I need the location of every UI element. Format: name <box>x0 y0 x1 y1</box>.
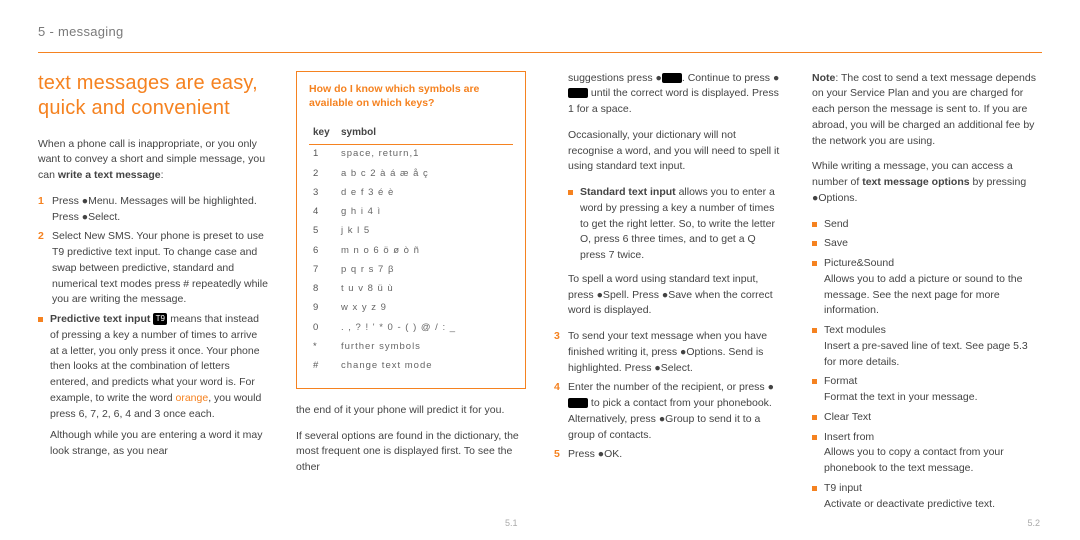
table-row: *further symbols <box>309 337 513 356</box>
options-intro: While writing a message, you can access … <box>812 159 1042 206</box>
note-body: : The cost to send a text message depend… <box>812 72 1036 147</box>
table-row: 2a b c 2 à á æ å ç <box>309 164 513 183</box>
note-paragraph: Note: The cost to send a text message de… <box>812 71 1042 150</box>
step-5: Press ●OK. <box>554 447 784 463</box>
content-columns: text messages are easy, quick and conven… <box>38 71 1042 517</box>
standard-input-bullet: Standard text input allows you to enter … <box>554 185 784 264</box>
col3-p3: To spell a word using standard text inpu… <box>554 272 784 319</box>
column-4: Note: The cost to send a text message de… <box>812 71 1042 517</box>
divider <box>38 52 1042 53</box>
table-row: 7p q r s 7 β <box>309 260 513 279</box>
predictive-item: Predictive text input T9 means that inst… <box>38 312 268 460</box>
note-lead: Note <box>812 72 835 84</box>
page-number-left: 5.1 <box>505 517 518 531</box>
step-3: To send your text message when you have … <box>554 329 784 376</box>
standard-input-item: Standard text input allows you to enter … <box>568 185 784 264</box>
softkey-icon <box>662 73 682 83</box>
col3-p2: Occasionally, your dictionary will not r… <box>554 128 784 175</box>
standard-lead: Standard text input <box>580 186 676 198</box>
opt-save: Save <box>812 236 1042 252</box>
table-row: 0. , ? ! ' * 0 - ( ) @ / : _ <box>309 318 513 337</box>
col3-p1: suggestions press ●. Continue to press ●… <box>554 71 784 118</box>
step-1: Press ●Menu. Messages will be highlighte… <box>38 194 268 226</box>
predictive-body: means that instead of pressing a key a n… <box>50 313 260 404</box>
page-number-right: 5.2 <box>1027 517 1040 531</box>
opt-clear-text: Clear Text <box>812 410 1042 426</box>
column-2: How do I know which symbols are availabl… <box>296 71 526 517</box>
predictive-note: Although while you are entering a word i… <box>50 428 268 460</box>
key-symbol-table: key symbol 1space, return,1 2a b c 2 à á… <box>309 121 513 376</box>
column-1: text messages are easy, quick and conven… <box>38 71 268 517</box>
opt-format: FormatFormat the text in your message. <box>812 374 1042 406</box>
page-title: text messages are easy, quick and conven… <box>38 71 268 121</box>
table-row: 9w x y z 9 <box>309 299 513 318</box>
predictive-bullet: Predictive text input T9 means that inst… <box>38 312 268 460</box>
steps-continued: To send your text message when you have … <box>554 329 784 463</box>
table-row: 5j k l 5 <box>309 222 513 241</box>
opt-send: Send <box>812 217 1042 233</box>
table-row: #change text mode <box>309 357 513 376</box>
intro-bold: write a text message <box>58 169 161 181</box>
intro-colon: : <box>161 169 164 181</box>
table-row: 4g h i 4 ì <box>309 203 513 222</box>
keybox-title: How do I know which symbols are availabl… <box>309 82 513 111</box>
table-row: 6m n o 6 ö ø ò ñ <box>309 241 513 260</box>
opt-insert-from: Insert fromAllows you to copy a contact … <box>812 430 1042 477</box>
table-row: 8t u v 8 ü ù <box>309 280 513 299</box>
th-key: key <box>309 121 337 145</box>
opt-t9-input: T9 inputActivate or deactivate predictiv… <box>812 481 1042 513</box>
step-4: Enter the number of the recipient, or pr… <box>554 380 784 443</box>
opt-picture-sound: Picture&SoundAllows you to add a picture… <box>812 256 1042 319</box>
opt-text-modules: Text modulesInsert a pre-saved line of t… <box>812 323 1042 370</box>
predictive-orange-word: orange <box>175 392 208 404</box>
col2-p2: If several options are found in the dict… <box>296 429 526 476</box>
table-row: 3d e f 3 é è <box>309 183 513 202</box>
steps-list: Press ●Menu. Messages will be highlighte… <box>38 194 268 308</box>
step-2: Select New SMS. Your phone is preset to … <box>38 229 268 308</box>
predictive-lead: Predictive text input <box>50 313 150 325</box>
options-list: Send Save Picture&SoundAllows you to add… <box>812 217 1042 513</box>
softkey-icon <box>568 88 588 98</box>
column-3: suggestions press ●. Continue to press ●… <box>554 71 784 517</box>
table-row: 1space, return,1 <box>309 144 513 164</box>
col2-p1: the end of it your phone will predict it… <box>296 403 526 419</box>
softkey-icon <box>568 398 588 408</box>
key-symbol-box: How do I know which symbols are availabl… <box>296 71 526 389</box>
section-header: 5 - messaging <box>38 22 1042 42</box>
t9-icon: T9 <box>153 313 167 325</box>
intro-paragraph: When a phone call is inappropriate, or y… <box>38 137 268 184</box>
th-symbol: symbol <box>337 121 513 145</box>
